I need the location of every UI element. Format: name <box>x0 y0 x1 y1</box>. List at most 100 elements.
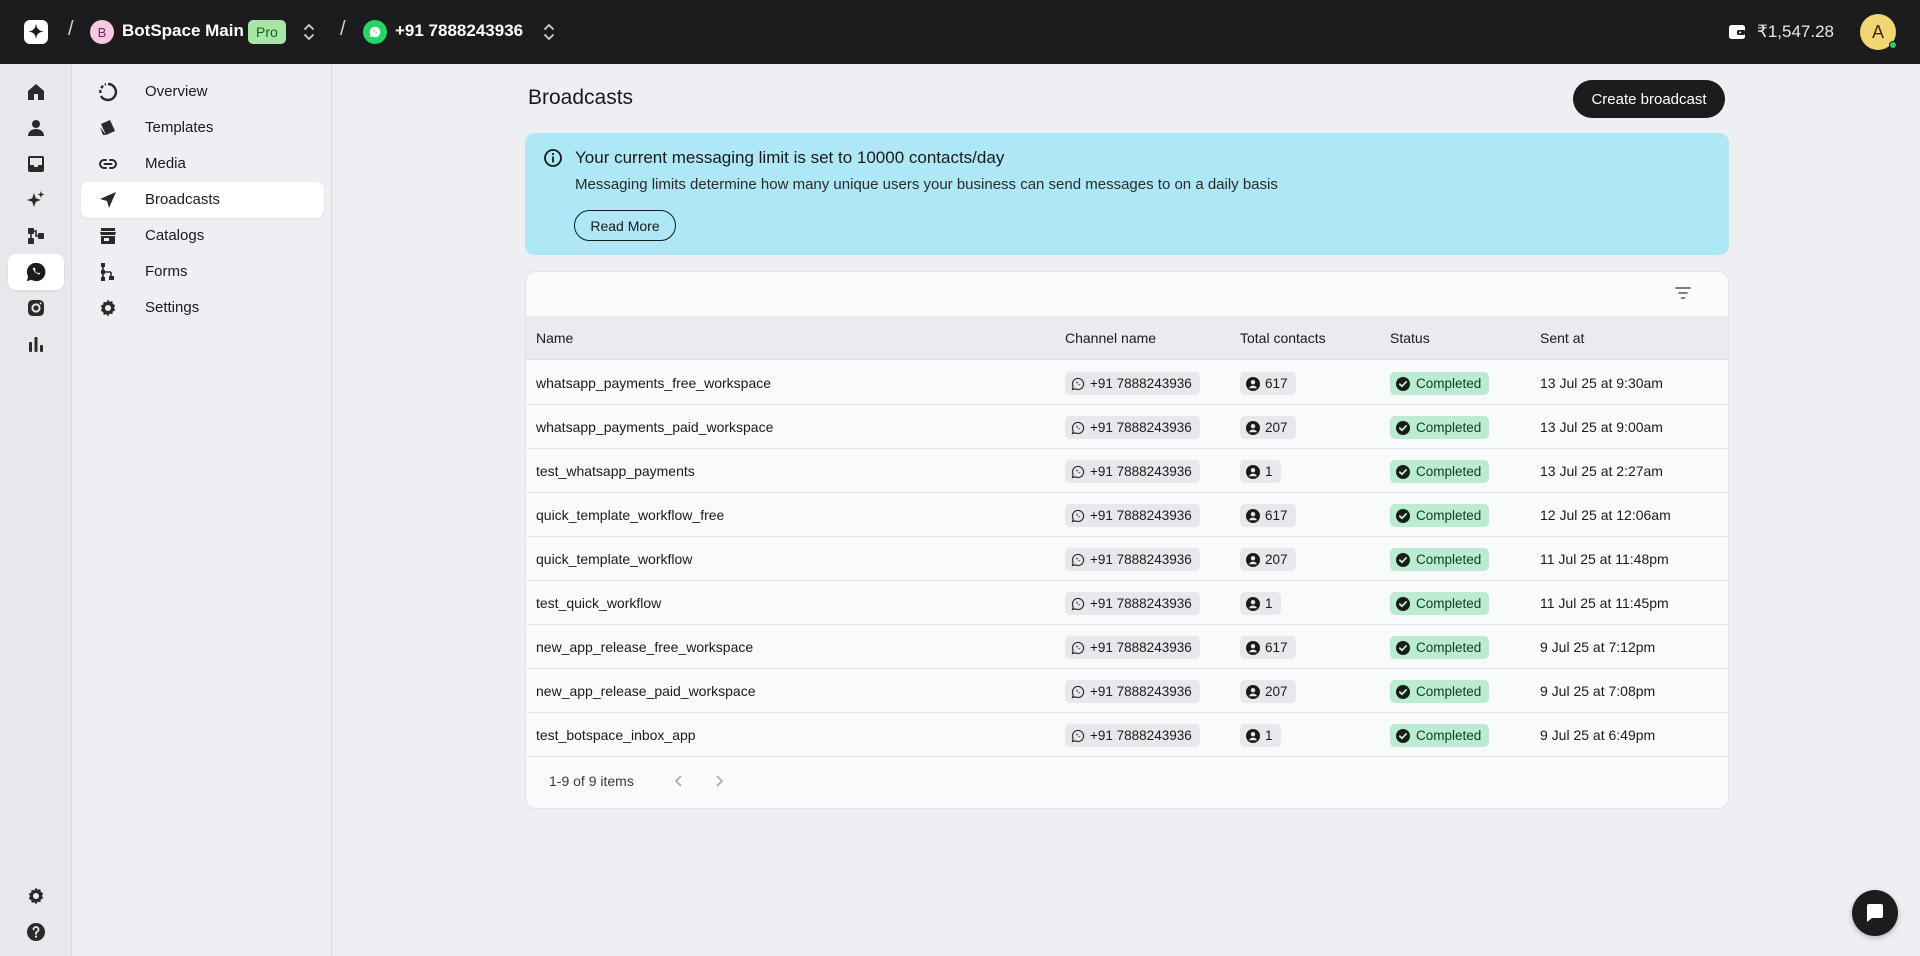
workspace-switcher-icon[interactable] <box>302 22 316 42</box>
table-row[interactable]: new_app_release_free_workspace +91 788824… <box>526 625 1728 669</box>
check-circle-icon <box>1396 728 1410 743</box>
nav-item-forms[interactable]: Forms <box>81 254 324 290</box>
rail-settings[interactable] <box>8 878 64 914</box>
contacts-chip: 617 <box>1240 372 1296 395</box>
column-header-contacts[interactable]: Total contacts <box>1240 330 1326 346</box>
channel-chip-label: +91 7888243936 <box>1090 464 1192 479</box>
user-circle-icon <box>1246 552 1260 567</box>
broadcast-name[interactable]: whatsapp_payments_free_workspace <box>536 375 771 391</box>
workspace-avatar: B <box>90 20 114 44</box>
contacts-chip: 617 <box>1240 504 1296 527</box>
prev-page-button[interactable] <box>669 770 689 792</box>
app-logo-icon[interactable]: ✦ <box>24 20 48 44</box>
contacts-count: 617 <box>1265 508 1288 523</box>
nav-item-overview[interactable]: Overview <box>81 74 324 110</box>
help-icon <box>27 923 45 941</box>
column-header-sent-at[interactable]: Sent at <box>1540 330 1584 346</box>
table-row[interactable]: quick_template_workflow_free +91 78882439… <box>526 493 1728 537</box>
rail-whatsapp[interactable] <box>8 254 64 290</box>
column-header-name[interactable]: Name <box>536 330 573 346</box>
table-row[interactable]: test_botspace_inbox_app +91 7888243936 1 Co… <box>526 713 1728 757</box>
channel-chip-label: +91 7888243936 <box>1090 508 1192 523</box>
status-label: Completed <box>1416 552 1482 567</box>
rail-instagram[interactable] <box>8 290 64 326</box>
channel-chip-label: +91 7888243936 <box>1090 728 1192 743</box>
overview-icon <box>98 82 118 102</box>
channel-chip-label: +91 7888243936 <box>1090 640 1192 655</box>
broadcast-name[interactable]: whatsapp_payments_paid_workspace <box>536 419 773 435</box>
contacts-chip: 207 <box>1240 548 1296 571</box>
whatsapp-icon <box>1071 597 1085 610</box>
rail-help[interactable] <box>8 914 64 950</box>
status-label: Completed <box>1416 420 1482 435</box>
next-page-button[interactable] <box>709 770 729 792</box>
sent-at: 12 Jul 25 at 12:06am <box>1540 507 1671 523</box>
check-circle-icon <box>1396 552 1410 567</box>
rail-analytics[interactable] <box>8 326 64 362</box>
channel-chip-label: +91 7888243936 <box>1090 420 1192 435</box>
breadcrumb-separator: / <box>340 18 346 40</box>
pagination-summary: 1-9 of 9 items <box>549 773 634 789</box>
nav-item-settings[interactable]: Settings <box>81 290 324 326</box>
channel-chip: +91 7888243936 <box>1065 680 1200 703</box>
wallet-balance[interactable]: ₹1,547.28 <box>1757 22 1834 42</box>
table-row[interactable]: test_quick_workflow +91 7888243936 1 Comple… <box>526 581 1728 625</box>
nav-item-templates[interactable]: Templates <box>81 110 324 146</box>
channel-name[interactable]: +91 7888243936 <box>395 21 523 41</box>
user-circle-icon <box>1246 728 1260 743</box>
status-label: Completed <box>1416 596 1482 611</box>
rail-contacts[interactable] <box>8 110 64 146</box>
contacts-chip: 207 <box>1240 416 1296 439</box>
broadcasts-table-card: Name Channel name Total contacts Status … <box>525 271 1729 809</box>
nav-item-catalogs[interactable]: Catalogs <box>81 218 324 254</box>
filter-icon[interactable] <box>1674 284 1692 302</box>
read-more-button[interactable]: Read More <box>574 210 676 241</box>
channel-chip: +91 7888243936 <box>1065 636 1200 659</box>
top-bar: ✦ / B BotSpace Main Pro / +91 7888243936… <box>0 0 1920 64</box>
check-circle-icon <box>1396 420 1410 435</box>
nav-item-media[interactable]: Media <box>81 146 324 182</box>
rail-inbox[interactable] <box>8 146 64 182</box>
broadcast-name[interactable]: quick_template_workflow_free <box>536 507 724 523</box>
sent-at: 9 Jul 25 at 7:08pm <box>1540 683 1656 699</box>
wallet-icon[interactable] <box>1727 22 1747 42</box>
broadcast-name[interactable]: quick_template_workflow <box>536 551 692 567</box>
contacts-icon <box>28 120 44 136</box>
broadcast-name[interactable]: test_quick_workflow <box>536 595 661 611</box>
inbox-icon <box>28 156 44 172</box>
channel-switcher-icon[interactable] <box>542 22 556 42</box>
channel-chip: +91 7888243936 <box>1065 416 1200 439</box>
user-circle-icon <box>1246 420 1260 435</box>
broadcast-name[interactable]: test_botspace_inbox_app <box>536 727 696 743</box>
user-circle-icon <box>1246 596 1260 611</box>
column-header-status[interactable]: Status <box>1390 330 1430 346</box>
channel-chip-label: +91 7888243936 <box>1090 596 1192 611</box>
table-row[interactable]: quick_template_workflow +91 7888243936 207… <box>526 537 1728 581</box>
rail-home[interactable] <box>8 74 64 110</box>
create-broadcast-button[interactable]: Create broadcast <box>1573 80 1725 118</box>
broadcast-name[interactable]: new_app_release_paid_workspace <box>536 683 756 699</box>
sent-at: 13 Jul 25 at 9:00am <box>1540 419 1663 435</box>
sent-at: 13 Jul 25 at 2:27am <box>1540 463 1663 479</box>
whatsapp-icon <box>1071 377 1085 390</box>
whatsapp-icon <box>26 262 46 282</box>
nav-item-broadcasts[interactable]: Broadcasts <box>81 182 324 218</box>
contacts-count: 207 <box>1265 684 1288 699</box>
table-row[interactable]: whatsapp_payments_free_workspace +91 7888… <box>526 361 1728 405</box>
support-chat-button[interactable] <box>1852 890 1898 936</box>
broadcast-name[interactable]: new_app_release_free_workspace <box>536 639 753 655</box>
contacts-count: 1 <box>1265 728 1273 743</box>
column-header-channel[interactable]: Channel name <box>1065 330 1156 346</box>
table-row[interactable]: test_whatsapp_payments +91 7888243936 1 Com… <box>526 449 1728 493</box>
rail-workflows[interactable] <box>8 218 64 254</box>
nav-item-label: Media <box>145 155 186 172</box>
rail-ai[interactable] <box>8 182 64 218</box>
whatsapp-icon <box>1071 641 1085 654</box>
sent-at: 9 Jul 25 at 6:49pm <box>1540 727 1656 743</box>
status-badge: Completed <box>1390 416 1490 439</box>
settings-icon <box>28 887 44 905</box>
table-row[interactable]: new_app_release_paid_workspace +91 788824… <box>526 669 1728 713</box>
broadcast-name[interactable]: test_whatsapp_payments <box>536 463 695 479</box>
workspace-name[interactable]: BotSpace Main <box>122 21 244 41</box>
table-row[interactable]: whatsapp_payments_paid_workspace +91 7888… <box>526 405 1728 449</box>
